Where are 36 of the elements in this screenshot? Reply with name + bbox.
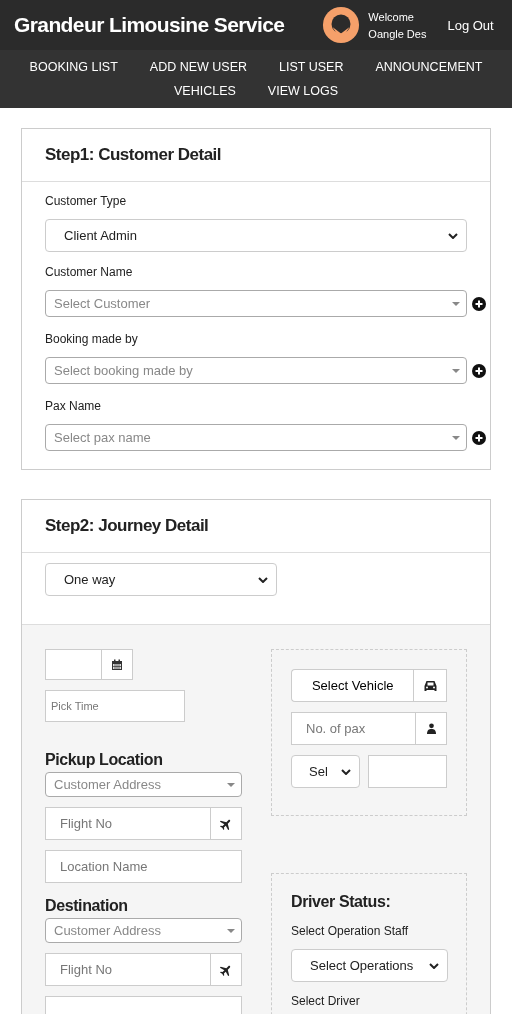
- user-name: Oangle Des: [368, 27, 427, 40]
- nav-link[interactable]: ADD NEW USER: [149, 59, 248, 75]
- section-title: Step2: Journey Detail: [45, 516, 209, 536]
- field-label: Booking made by: [45, 332, 138, 346]
- address-combo-box[interactable]: Customer Address: [45, 918, 242, 943]
- flight-field[interactable]: Flight No: [45, 953, 242, 986]
- vehicle-select[interactable]: Select Vehicle: [291, 669, 414, 702]
- field-label: Pax Name: [45, 399, 102, 413]
- operation-staff-select[interactable]: Select Operations: [291, 949, 448, 982]
- address-combo-box[interactable]: Customer Address: [45, 772, 242, 797]
- location-heading: Destination: [45, 897, 128, 915]
- app-title: Grandeur Limousine Service: [14, 13, 285, 37]
- field-label: Select Driver: [291, 994, 361, 1008]
- nav-link[interactable]: VIEW LOGS: [267, 83, 338, 99]
- nav-link[interactable]: VEHICLES: [174, 83, 236, 99]
- trip-type-select[interactable]: One way: [45, 563, 277, 596]
- location-name-field[interactable]: Location Name: [45, 850, 242, 883]
- nav-link[interactable]: ANNOUNCEMENT: [375, 59, 483, 75]
- field-label: Select Operation Staff: [291, 924, 410, 938]
- combo-box[interactable]: Select booking made by: [45, 357, 467, 384]
- location-heading: Pickup Location: [45, 751, 163, 769]
- nav-link[interactable]: BOOKING LIST: [29, 59, 118, 75]
- section-title: Step1: Customer Detail: [45, 145, 222, 165]
- welcome-text: Welcome: [368, 10, 415, 23]
- combo-box[interactable]: Select Customer: [45, 290, 467, 317]
- dropdown-select[interactable]: Client Admin: [45, 219, 467, 252]
- logout-link[interactable]: Log Out: [447, 17, 494, 33]
- pick-time-field[interactable]: Pick Time: [45, 690, 185, 722]
- driver-status-heading: Driver Status:: [291, 893, 392, 911]
- field-label: Customer Name: [45, 265, 133, 279]
- field-label: Customer Type: [45, 194, 127, 208]
- unit-select[interactable]: Sel: [291, 755, 360, 788]
- combo-box[interactable]: Select pax name: [45, 424, 467, 451]
- flight-field[interactable]: Flight No: [45, 807, 242, 840]
- nav-link[interactable]: LIST USER: [279, 59, 344, 75]
- pax-count-field[interactable]: No. of pax: [291, 712, 415, 745]
